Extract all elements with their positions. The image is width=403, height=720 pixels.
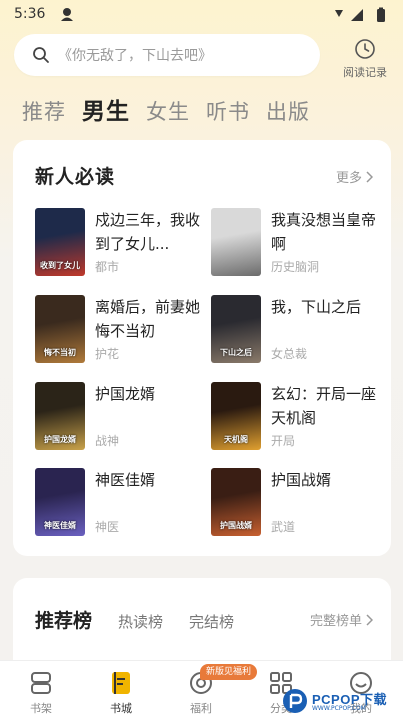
cover-lettering: 神医佳婿 xyxy=(44,521,76,530)
signal-icon xyxy=(351,9,363,21)
watermark: PCPOP下载 WWW.PCPOP.COM xyxy=(282,686,400,716)
book-icon xyxy=(112,672,130,694)
book-tag: 历史脑洞 xyxy=(271,260,320,274)
book-title: 离婚后，前妻她悔不当初 xyxy=(95,298,201,340)
book-tag: 女总裁 xyxy=(271,347,308,361)
status-time: 5:36 xyxy=(14,6,46,22)
must-read-card: 新人必读 更多 收到了女儿 戍边三年，我收到了女儿... 都市 我真没想当皇帝啊… xyxy=(13,140,391,556)
more-label: 更多 xyxy=(335,171,362,186)
clock-icon xyxy=(355,39,375,59)
tab-female[interactable]: 女生 xyxy=(146,96,190,126)
cover-lettering: 悔不当初 xyxy=(44,348,76,357)
book-item[interactable]: 天机阁 玄幻：开局一座天机阁 开局 xyxy=(211,382,381,454)
bookshelf-icon xyxy=(31,672,51,694)
book-cover: 护国龙婿 xyxy=(35,382,85,450)
full-ranking-label: 完整榜单 xyxy=(309,614,362,629)
ranking-tabs: 推荐榜 热读榜 完结榜 xyxy=(35,606,260,633)
cover-lettering: 护国战婿 xyxy=(220,521,252,530)
app-notification-icon xyxy=(61,8,73,21)
book-item[interactable]: 收到了女儿 戍边三年，我收到了女儿... 都市 xyxy=(35,208,205,280)
channel-tabs: 推荐 男生 女生 听书 出版 xyxy=(22,92,326,126)
wifi-icon xyxy=(335,10,343,17)
cover-lettering: 护国龙婿 xyxy=(44,435,76,444)
nav-label: 书城 xyxy=(110,702,132,715)
nav-label: 书架 xyxy=(30,702,52,715)
book-tag: 开局 xyxy=(271,434,296,448)
search-bar[interactable]: 《你无敌了，下山去吧》 xyxy=(14,34,320,76)
status-bar: 5:36 xyxy=(0,0,403,30)
reading-history-label: 阅读记录 xyxy=(343,66,387,79)
reading-history-button[interactable]: 阅读记录 xyxy=(336,38,394,80)
book-cover: 收到了女儿 xyxy=(35,208,85,276)
chevron-right-icon xyxy=(366,613,373,626)
chevron-right-icon xyxy=(366,170,373,183)
book-tag: 神医 xyxy=(95,520,120,534)
book-item[interactable]: 护国战婿 护国战婿 武道 xyxy=(211,468,381,540)
full-ranking-link[interactable]: 完整榜单 xyxy=(310,610,373,629)
book-item[interactable]: 神医佳婿 神医佳婿 神医 xyxy=(35,468,205,540)
book-title: 护国龙婿 xyxy=(95,385,156,403)
cover-lettering: 下山之后 xyxy=(220,348,252,357)
battery-icon xyxy=(377,9,385,22)
nav-bookshelf[interactable]: 书架 xyxy=(11,669,71,716)
welfare-badge: 新版见福利 xyxy=(200,664,258,680)
tab-recommend[interactable]: 推荐 xyxy=(22,96,66,126)
tab-recommend-rank[interactable]: 推荐榜 xyxy=(35,606,92,633)
book-title: 神医佳婿 xyxy=(95,471,156,489)
book-cover: 天机阁 xyxy=(211,382,261,450)
book-title: 我，下山之后 xyxy=(271,298,362,316)
cover-lettering: 天机阁 xyxy=(224,435,248,444)
book-tag: 战神 xyxy=(95,434,120,448)
book-title: 戍边三年，我收到了女儿... xyxy=(95,211,201,253)
book-tag: 护花 xyxy=(95,347,120,361)
book-title: 玄幻：开局一座天机阁 xyxy=(271,385,377,427)
cover-lettering: 收到了女儿 xyxy=(40,261,80,270)
tab-publishing[interactable]: 出版 xyxy=(266,96,310,126)
search-icon xyxy=(33,47,49,63)
book-cover: 护国战婿 xyxy=(211,468,261,536)
nav-bookstore[interactable]: 书城 xyxy=(91,669,151,716)
search-placeholder: 《你无敌了，下山去吧》 xyxy=(58,48,212,64)
tab-male[interactable]: 男生 xyxy=(82,92,130,126)
book-title: 我真没想当皇帝啊 xyxy=(271,211,377,253)
book-tag: 武道 xyxy=(271,520,296,534)
book-item[interactable]: 悔不当初 离婚后，前妻她悔不当初 护花 xyxy=(35,295,205,367)
book-title: 护国战婿 xyxy=(271,471,332,489)
book-item[interactable]: 护国龙婿 护国龙婿 战神 xyxy=(35,382,205,454)
book-cover: 下山之后 xyxy=(211,295,261,363)
book-cover: 悔不当初 xyxy=(35,295,85,363)
watermark-subtext: WWW.PCPOP.COM xyxy=(312,705,366,712)
tab-audiobook[interactable]: 听书 xyxy=(206,96,250,126)
book-item[interactable]: 下山之后 我，下山之后 女总裁 xyxy=(211,295,381,367)
section-title: 新人必读 xyxy=(35,166,116,188)
tab-finished-rank[interactable]: 完结榜 xyxy=(189,611,234,632)
book-cover xyxy=(211,208,261,276)
book-tag: 都市 xyxy=(95,260,120,274)
tab-hot-rank[interactable]: 热读榜 xyxy=(118,611,163,632)
pcpop-logo-icon xyxy=(283,689,307,713)
nav-label: 福利 xyxy=(190,702,212,715)
book-cover: 神医佳婿 xyxy=(35,468,85,536)
status-icons xyxy=(335,7,385,22)
book-item[interactable]: 我真没想当皇帝啊 历史脑洞 xyxy=(211,208,381,280)
more-link[interactable]: 更多 xyxy=(336,167,373,186)
